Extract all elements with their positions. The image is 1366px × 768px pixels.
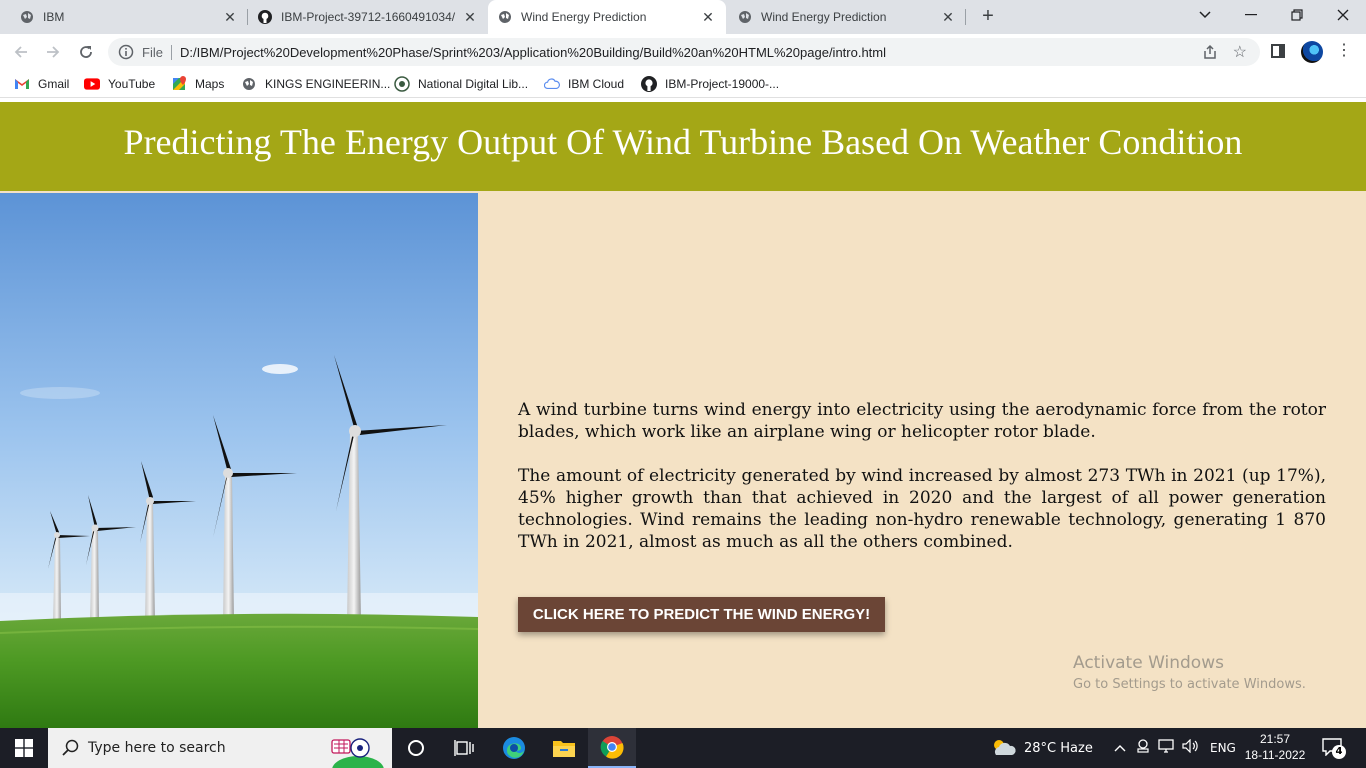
- profile-avatar[interactable]: [1301, 41, 1323, 63]
- address-bar[interactable]: File D:/IBM/Project%20Development%20Phas…: [108, 38, 1260, 66]
- tab-wind-energy-active[interactable]: Wind Energy Prediction ✕: [488, 0, 726, 34]
- clock-time: 21:57: [1259, 732, 1291, 746]
- wind-turbines-image: [0, 193, 478, 728]
- intro-text: A wind turbine turns wind energy into el…: [518, 399, 1326, 575]
- tab-search-chevron-icon[interactable]: [1182, 0, 1228, 30]
- meet-now-icon[interactable]: [1136, 739, 1150, 757]
- new-tab-button[interactable]: +: [977, 6, 999, 28]
- windows-logo-icon: [15, 739, 33, 757]
- tab-strip: IBM ✕ IBM-Project-39712-1660491034/ ✕ Wi…: [0, 0, 1366, 34]
- close-window-button[interactable]: [1320, 0, 1366, 30]
- chrome-taskbar-icon[interactable]: [588, 728, 636, 768]
- bookmark-label: IBM Cloud: [568, 77, 625, 91]
- github-icon: [258, 10, 272, 24]
- bookmark-label: Maps: [195, 77, 225, 91]
- tab-github-project[interactable]: IBM-Project-39712-1660491034/ ✕: [248, 0, 488, 34]
- activate-windows-watermark: Activate Windows Go to Settings to activ…: [1073, 652, 1306, 696]
- bookmark-label: National Digital Lib...: [418, 77, 529, 91]
- tab-title: IBM: [43, 10, 65, 24]
- taskbar-clock[interactable]: 21:57 18-11-2022: [1240, 731, 1310, 763]
- bookmark-ibm-cloud[interactable]: IBM Cloud: [544, 76, 624, 92]
- scheme-label: File: [142, 45, 163, 60]
- notification-icon: 4: [1322, 738, 1346, 759]
- share-icon[interactable]: [1202, 44, 1218, 60]
- side-panel-icon[interactable]: [1271, 44, 1285, 58]
- bookmark-label: YouTube: [108, 77, 156, 91]
- tab-title: IBM-Project-39712-1660491034/: [281, 10, 456, 24]
- ndl-icon: [394, 76, 410, 92]
- paragraph-electricity-stats: The amount of electricity generated by w…: [518, 466, 1326, 552]
- bookmark-label: Gmail: [38, 77, 70, 91]
- back-button[interactable]: [10, 41, 32, 63]
- youtube-icon: [84, 76, 100, 92]
- system-tray-icons[interactable]: ENG: [1114, 728, 1236, 768]
- close-icon[interactable]: ✕: [462, 9, 478, 25]
- globe-icon: [498, 10, 512, 24]
- windows-taskbar: Type here to search 28°C Haze ENG 21:57 …: [0, 728, 1366, 768]
- cloud-icon: [544, 76, 560, 92]
- bookmark-label: IBM-Project-19000-...: [665, 77, 780, 91]
- watermark-title: Activate Windows: [1073, 653, 1224, 673]
- network-icon[interactable]: [1158, 739, 1174, 757]
- start-button[interactable]: [0, 728, 48, 768]
- page-content: Predicting The Energy Output Of Wind Tur…: [0, 102, 1366, 728]
- globe-icon: [738, 10, 752, 24]
- close-icon[interactable]: ✕: [700, 9, 716, 25]
- show-hidden-icons-chevron-icon[interactable]: [1114, 741, 1126, 756]
- github-icon: [641, 76, 657, 92]
- close-icon[interactable]: ✕: [222, 9, 238, 25]
- tab-ibm[interactable]: IBM ✕: [0, 0, 248, 34]
- minimize-button[interactable]: [1228, 0, 1274, 30]
- notification-center[interactable]: 4: [1322, 728, 1346, 768]
- taskbar-search-box[interactable]: Type here to search: [48, 728, 392, 768]
- forward-button[interactable]: [42, 41, 64, 63]
- url-text[interactable]: D:/IBM/Project%20Development%20Phase/Spr…: [180, 45, 886, 60]
- tab-title: Wind Energy Prediction: [521, 10, 647, 24]
- tab-separator: [965, 9, 966, 25]
- bookmark-maps[interactable]: Maps: [171, 76, 224, 92]
- volume-icon[interactable]: [1182, 738, 1200, 757]
- close-icon[interactable]: ✕: [940, 9, 956, 25]
- weather-haze-icon: [994, 740, 1016, 755]
- bookmark-ndl[interactable]: National Digital Lib...: [394, 76, 528, 92]
- address-divider: [171, 45, 172, 60]
- bookmark-gmail[interactable]: Gmail: [14, 76, 69, 92]
- predict-wind-energy-button[interactable]: CLICK HERE TO PREDICT THE WIND ENERGY!: [518, 597, 885, 632]
- maps-icon: [171, 76, 187, 92]
- search-icon: [61, 738, 81, 758]
- edge-icon[interactable]: [490, 728, 538, 768]
- reload-button[interactable]: [75, 41, 97, 63]
- clock-date: 18-11-2022: [1244, 748, 1306, 762]
- bookmarks-bar: Gmail YouTube Maps KINGS ENGINEERIN... N…: [0, 70, 1366, 98]
- watermark-subtitle: Go to Settings to activate Windows.: [1073, 677, 1306, 692]
- tab-title: Wind Energy Prediction: [761, 10, 887, 24]
- tab-wind-energy[interactable]: Wind Energy Prediction ✕: [728, 0, 966, 34]
- restore-button[interactable]: [1274, 0, 1320, 30]
- gmail-icon: [14, 76, 30, 92]
- file-explorer-icon[interactable]: [540, 728, 588, 768]
- search-placeholder: Type here to search: [88, 740, 226, 756]
- globe-icon: [241, 76, 257, 92]
- bookmark-youtube[interactable]: YouTube: [84, 76, 155, 92]
- header-banner: Predicting The Energy Output Of Wind Tur…: [0, 102, 1366, 191]
- page-title: Predicting The Energy Output Of Wind Tur…: [123, 122, 1243, 162]
- browser-toolbar: File D:/IBM/Project%20Development%20Phas…: [0, 34, 1366, 70]
- search-highlight-icon: [328, 736, 388, 768]
- language-indicator[interactable]: ENG: [1210, 741, 1236, 755]
- notification-count-badge: 4: [1332, 745, 1346, 759]
- weather-widget[interactable]: 28°C Haze: [990, 728, 1093, 768]
- info-icon[interactable]: [118, 44, 134, 60]
- cortana-icon[interactable]: [392, 728, 440, 768]
- bookmark-star-icon[interactable]: ☆: [1233, 42, 1247, 62]
- paragraph-wind-turbine: A wind turbine turns wind energy into el…: [518, 400, 1326, 442]
- weather-text: 28°C Haze: [1024, 740, 1093, 756]
- globe-icon: [20, 10, 34, 24]
- task-view-icon[interactable]: [440, 728, 488, 768]
- bookmark-label: KINGS ENGINEERIN...: [265, 77, 391, 91]
- bookmark-kings[interactable]: KINGS ENGINEERIN...: [241, 76, 390, 92]
- bookmark-ibm-project[interactable]: IBM-Project-19000-...: [641, 76, 779, 92]
- menu-kebab-icon[interactable]: ⋮: [1336, 42, 1352, 60]
